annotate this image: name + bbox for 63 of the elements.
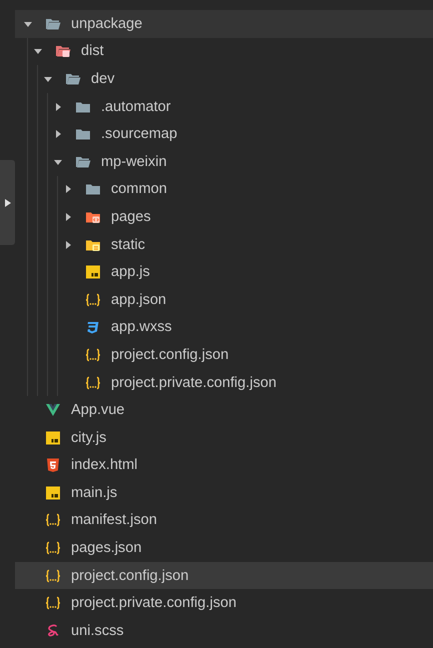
file-name: manifest.json <box>71 511 157 530</box>
tree-row[interactable]: dev <box>15 65 433 93</box>
tree-row[interactable]: unpackage <box>15 10 433 38</box>
file-name: index.html <box>71 456 138 474</box>
file-name: project.private.config.json <box>111 374 276 392</box>
tree-row[interactable]: static <box>15 230 433 258</box>
tree-row[interactable]: App.vue <box>15 396 433 424</box>
file-name: app.wxss <box>111 318 172 336</box>
file-name: pages.json <box>71 539 142 558</box>
file-name: project.private.config.json <box>71 594 236 612</box>
js-file-icon <box>45 430 61 446</box>
html-file-icon <box>45 457 61 474</box>
tree-row[interactable]: main.js <box>15 479 433 507</box>
file-name: mp-weixin <box>101 152 167 171</box>
tree-row[interactable]: .automator <box>15 92 433 120</box>
tree-row[interactable]: mp-weixin <box>15 148 433 176</box>
tree-row[interactable]: pages <box>15 203 433 231</box>
tree-row[interactable]: app.json <box>15 286 433 314</box>
scss-file-icon <box>45 622 61 639</box>
file-name: .automator <box>101 98 171 116</box>
file-name: city.js <box>71 428 106 447</box>
file-name: unpackage <box>71 14 142 33</box>
file-name: dev <box>91 70 115 88</box>
vue-file-icon <box>45 402 61 418</box>
file-name: .sourcemap <box>101 125 178 144</box>
tree-row[interactable]: project.config.json <box>15 562 433 590</box>
file-name: app.js <box>111 263 150 282</box>
file-name: App.vue <box>71 401 125 420</box>
sidebar-toggle[interactable] <box>0 160 15 245</box>
json-file-icon <box>85 374 101 391</box>
file-name: app.json <box>111 290 166 309</box>
tree-row[interactable]: pages.json <box>15 534 433 562</box>
file-name: static <box>111 236 146 254</box>
tree-row[interactable]: .sourcemap <box>15 120 433 148</box>
file-name: project.config.json <box>71 566 189 585</box>
file-name: uni.scss <box>71 622 124 640</box>
file-name: dist <box>81 42 104 60</box>
tree-row[interactable]: city.js <box>15 424 433 452</box>
json-file-icon <box>85 346 101 363</box>
tree-row[interactable]: app.js <box>15 258 433 286</box>
open-folder-icon <box>55 43 71 60</box>
file-name: pages <box>111 208 151 226</box>
json-file-icon <box>85 292 101 308</box>
tree-row[interactable]: manifest.json <box>15 506 433 534</box>
tree-row[interactable]: project.private.config.json <box>15 589 433 618</box>
file-name: project.config.json <box>111 346 229 364</box>
json-file-icon <box>45 595 61 612</box>
tree-row[interactable]: uni.scss <box>15 617 433 645</box>
file-name: common <box>111 180 167 198</box>
json-file-icon <box>45 512 61 528</box>
json-file-icon <box>45 540 61 556</box>
tree-row[interactable]: project.config.json <box>15 341 433 369</box>
css-file-icon <box>85 319 101 336</box>
json-file-icon <box>45 568 61 584</box>
caret-right-icon <box>4 198 10 206</box>
file-name: main.js <box>71 484 118 502</box>
tree-row[interactable]: common <box>15 176 433 204</box>
tree-row[interactable]: project.private.config.json <box>15 368 433 396</box>
tree-row[interactable]: dist <box>15 38 433 66</box>
tree-row[interactable]: app.wxss <box>15 314 433 342</box>
js-file-icon <box>45 484 61 501</box>
js-file-icon <box>85 264 101 280</box>
tree-row[interactable]: index.html <box>15 452 433 480</box>
